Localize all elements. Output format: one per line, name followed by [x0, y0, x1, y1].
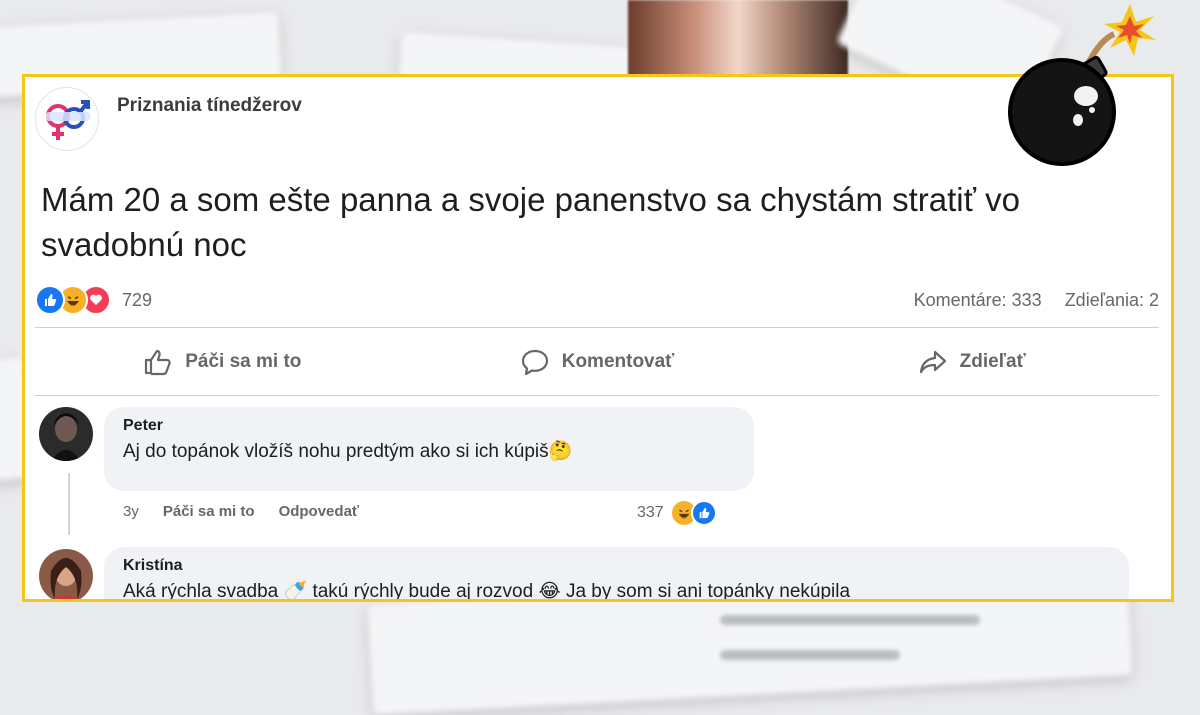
- comment-reply-button[interactable]: Odpovedať: [279, 503, 360, 520]
- share-outline-icon: [919, 350, 946, 374]
- comment-reaction-count: 337: [637, 504, 664, 521]
- comment-button[interactable]: Komentovať: [410, 339, 785, 385]
- comment-age[interactable]: 3y: [123, 503, 139, 520]
- comment-text: Aj do topánok vložíš nohu predtým ako si…: [123, 441, 573, 462]
- background-photo: [628, 0, 848, 80]
- comment-author[interactable]: Kristína: [123, 557, 1113, 575]
- reaction-count[interactable]: 729: [122, 290, 152, 311]
- page-name[interactable]: Priznania tínedžerov: [117, 95, 302, 117]
- post-text: Mám 20 a som ešte panna a svoje panenstv…: [41, 181, 1021, 263]
- like-outline-icon: [145, 349, 171, 376]
- like-button[interactable]: Páči sa mi to: [35, 339, 410, 385]
- reaction-icons[interactable]: [35, 285, 111, 315]
- comments-count[interactable]: Komentáre: 333: [914, 290, 1042, 310]
- comment-item: Kristína Aká rýchla svadba 🍼 takú rýchly…: [39, 547, 1139, 602]
- bomb-icon: [1008, 4, 1156, 166]
- post-stats: 729 Komentáre: 333 Zdieľania: 2: [35, 285, 1159, 315]
- comment-reactions[interactable]: 337: [637, 499, 717, 527]
- comment-outline-icon: [521, 349, 548, 376]
- background-text-blur: [720, 650, 900, 660]
- divider: [35, 395, 1159, 396]
- post-counts: Komentáre: 333 Zdieľania: 2: [914, 290, 1159, 311]
- thread-line: [68, 473, 70, 535]
- avatar[interactable]: [39, 407, 93, 461]
- share-button-label: Zdieľať: [959, 351, 1026, 372]
- background-text-blur: [720, 615, 980, 625]
- divider: [35, 327, 1159, 328]
- comment-bubble: Kristína Aká rýchla svadba 🍼 takú rýchly…: [104, 547, 1129, 602]
- like-reaction-icon: [690, 500, 717, 526]
- comment-button-label: Komentovať: [561, 351, 675, 372]
- like-reaction-icon: [35, 285, 65, 315]
- page-logo-icon: [46, 100, 90, 140]
- comment-author[interactable]: Peter: [123, 417, 738, 435]
- like-button-label: Páči sa mi to: [185, 351, 302, 372]
- comment-meta: 3y Páči sa mi to Odpovedať: [123, 503, 359, 520]
- share-button[interactable]: Zdieľať: [784, 339, 1159, 385]
- comment-item: Peter Aj do topánok vložíš nohu predtým …: [39, 407, 1139, 537]
- comment-bubble: Peter Aj do topánok vložíš nohu predtým …: [104, 407, 754, 491]
- shares-count[interactable]: Zdieľania: 2: [1065, 290, 1159, 310]
- comment-like-button[interactable]: Páči sa mi to: [163, 503, 255, 520]
- avatar[interactable]: [39, 549, 93, 599]
- post-actions: Páči sa mi to Komentovať Zdieľať: [35, 339, 1159, 385]
- page-avatar[interactable]: [35, 87, 99, 151]
- post-header: Priznania tínedžerov: [35, 87, 302, 151]
- comment-text: Aká rýchla svadba 🍼 takú rýchly bude aj …: [123, 581, 851, 602]
